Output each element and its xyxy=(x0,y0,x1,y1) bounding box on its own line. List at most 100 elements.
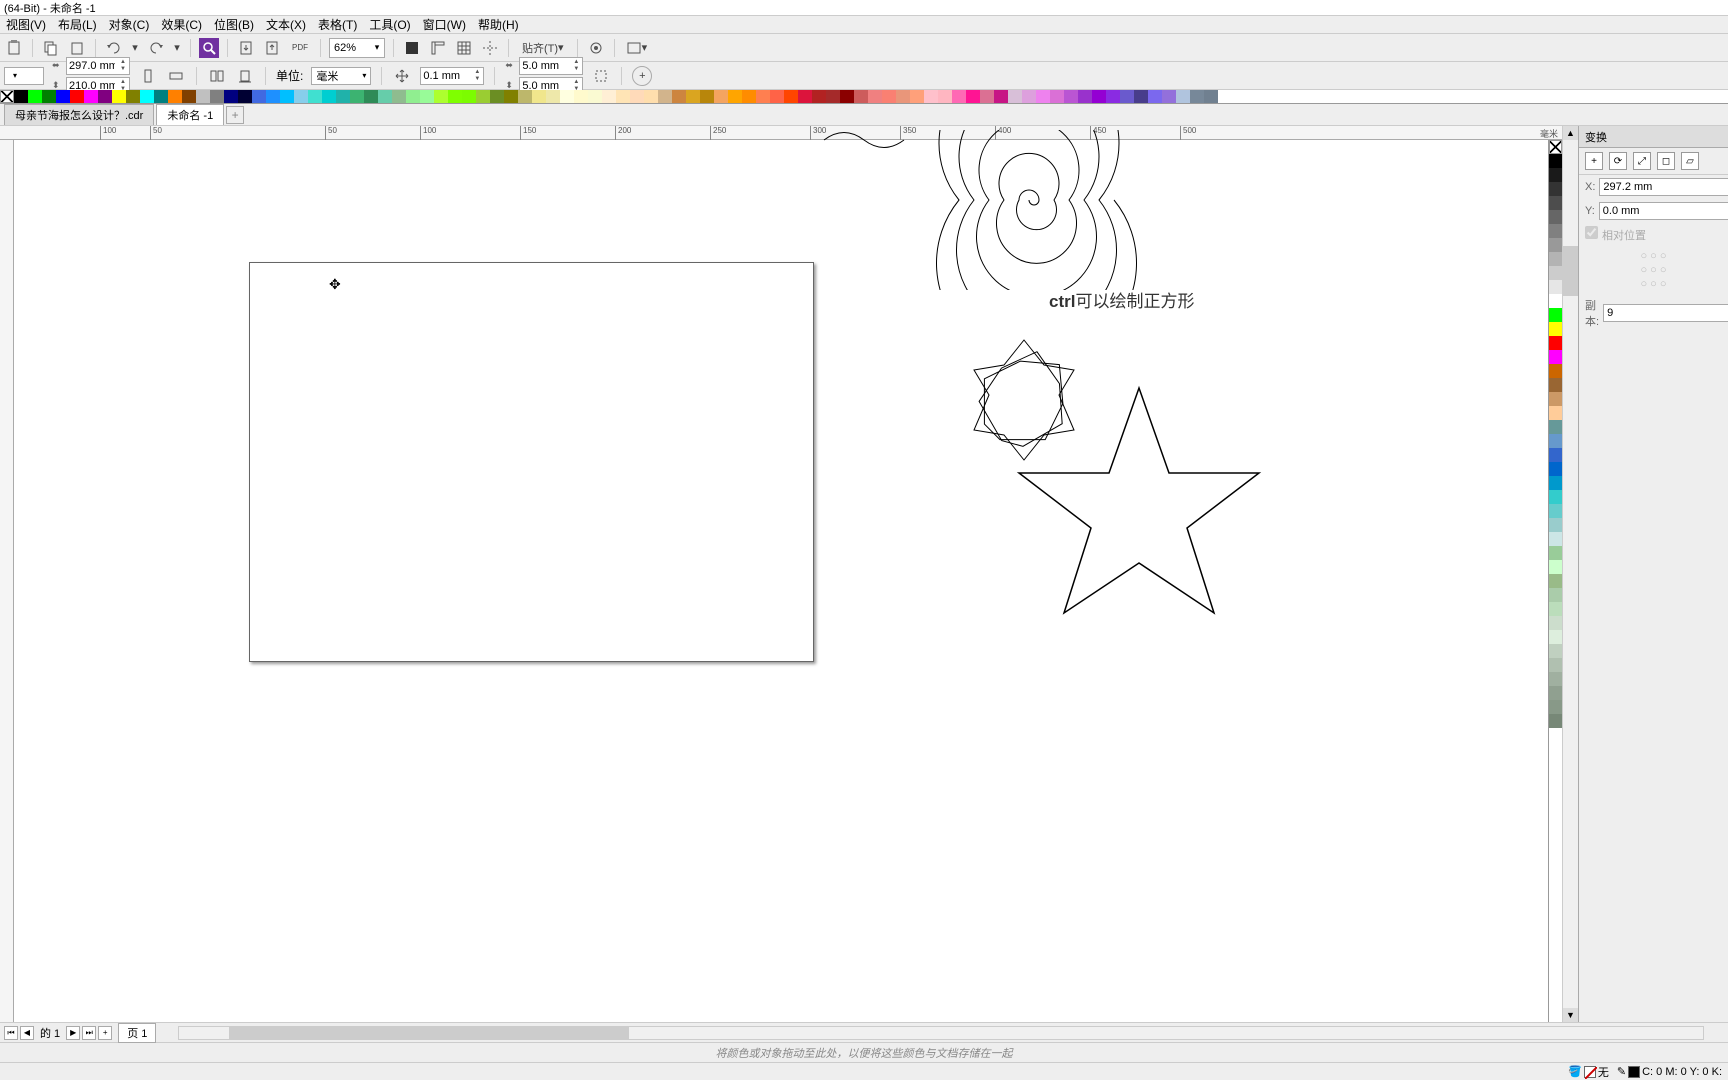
add-button[interactable]: + xyxy=(632,66,652,86)
color-swatch[interactable] xyxy=(1549,336,1562,350)
first-page-button[interactable]: ⏮ xyxy=(4,1026,18,1040)
doc-tab-1[interactable]: 母亲节海报怎么设计？.cdr xyxy=(4,104,154,125)
no-color-swatch[interactable] xyxy=(0,90,14,103)
color-swatch[interactable] xyxy=(14,90,28,103)
color-swatch[interactable] xyxy=(714,90,728,103)
color-swatch[interactable] xyxy=(1549,518,1562,532)
y-input[interactable] xyxy=(1599,202,1728,220)
clipboard-button[interactable] xyxy=(67,38,87,58)
color-swatch[interactable] xyxy=(966,90,980,103)
next-page-button[interactable]: ▶ xyxy=(66,1026,80,1040)
x-input[interactable] xyxy=(1599,178,1728,196)
color-swatch[interactable] xyxy=(1549,532,1562,546)
color-swatch[interactable] xyxy=(252,90,266,103)
rotate-icon[interactable]: ⟳ xyxy=(1609,152,1627,170)
redo-dropdown[interactable]: ▾ xyxy=(172,38,182,58)
color-swatch[interactable] xyxy=(462,90,476,103)
color-swatch[interactable] xyxy=(1549,308,1562,322)
color-swatch[interactable] xyxy=(42,90,56,103)
color-swatch[interactable] xyxy=(1549,182,1562,196)
color-swatch[interactable] xyxy=(1176,90,1190,103)
color-swatch[interactable] xyxy=(126,90,140,103)
color-swatch[interactable] xyxy=(1022,90,1036,103)
color-swatch[interactable] xyxy=(1549,154,1562,168)
docker-tab-transform[interactable]: 变换 xyxy=(1579,126,1728,148)
nudge-input[interactable]: ▲▼ xyxy=(420,67,484,85)
color-swatch[interactable] xyxy=(1549,280,1562,294)
pdf-button[interactable]: PDF xyxy=(288,38,312,58)
color-swatch[interactable] xyxy=(1549,196,1562,210)
color-swatch[interactable] xyxy=(1549,266,1562,280)
landscape-button[interactable] xyxy=(166,66,186,86)
page-width-input[interactable]: ▲▼ xyxy=(66,57,130,75)
skew-icon[interactable]: ▱ xyxy=(1681,152,1699,170)
color-swatch[interactable] xyxy=(392,90,406,103)
color-swatch[interactable] xyxy=(70,90,84,103)
menu-object[interactable]: 对象(C) xyxy=(109,16,150,33)
color-swatch[interactable] xyxy=(1106,90,1120,103)
color-swatch[interactable] xyxy=(1549,210,1562,224)
color-swatch[interactable] xyxy=(434,90,448,103)
color-swatch[interactable] xyxy=(168,90,182,103)
color-swatch[interactable] xyxy=(924,90,938,103)
color-swatch[interactable] xyxy=(952,90,966,103)
fullscreen-button[interactable] xyxy=(402,38,422,58)
color-swatch[interactable] xyxy=(1190,90,1204,103)
color-palette-vertical[interactable] xyxy=(1548,140,1562,1022)
color-swatch[interactable] xyxy=(994,90,1008,103)
color-swatch[interactable] xyxy=(1148,90,1162,103)
color-swatch[interactable] xyxy=(1549,448,1562,462)
color-swatch[interactable] xyxy=(1549,392,1562,406)
color-swatch[interactable] xyxy=(1078,90,1092,103)
color-swatch[interactable] xyxy=(1549,168,1562,182)
color-swatch[interactable] xyxy=(280,90,294,103)
color-swatch[interactable] xyxy=(56,90,70,103)
menu-tools[interactable]: 工具(O) xyxy=(369,16,410,33)
color-swatch[interactable] xyxy=(854,90,868,103)
search-button[interactable] xyxy=(199,38,219,58)
color-swatch[interactable] xyxy=(868,90,882,103)
color-swatch[interactable] xyxy=(644,90,658,103)
color-swatch[interactable] xyxy=(420,90,434,103)
color-swatch[interactable] xyxy=(98,90,112,103)
color-swatch[interactable] xyxy=(1134,90,1148,103)
paper-size-select[interactable]: ▾ xyxy=(4,67,44,85)
color-swatch[interactable] xyxy=(1064,90,1078,103)
color-swatch[interactable] xyxy=(1162,90,1176,103)
color-swatch[interactable] xyxy=(238,90,252,103)
color-swatch[interactable] xyxy=(1036,90,1050,103)
color-swatch[interactable] xyxy=(700,90,714,103)
import-button[interactable] xyxy=(236,38,256,58)
color-swatch[interactable] xyxy=(1092,90,1106,103)
anchor-grid[interactable]: ○ ○ ○○ ○ ○○ ○ ○ xyxy=(1579,246,1728,294)
star-shape[interactable] xyxy=(1009,383,1269,633)
color-swatch[interactable] xyxy=(322,90,336,103)
color-swatch[interactable] xyxy=(1549,476,1562,490)
vertical-scrollbar[interactable]: ▲ ▼ xyxy=(1562,126,1578,1022)
color-swatch[interactable] xyxy=(602,90,616,103)
menu-layout[interactable]: 布局(L) xyxy=(58,16,97,33)
color-swatch[interactable] xyxy=(1120,90,1134,103)
color-swatch[interactable] xyxy=(826,90,840,103)
vertical-ruler[interactable] xyxy=(0,140,14,1022)
color-swatch[interactable] xyxy=(1549,686,1562,700)
color-swatch[interactable] xyxy=(378,90,392,103)
color-swatch[interactable] xyxy=(1549,672,1562,686)
color-swatch[interactable] xyxy=(1549,252,1562,266)
color-swatch[interactable] xyxy=(784,90,798,103)
color-swatch[interactable] xyxy=(112,90,126,103)
color-swatch[interactable] xyxy=(1549,462,1562,476)
size-icon[interactable]: ◻ xyxy=(1657,152,1675,170)
color-swatch[interactable] xyxy=(364,90,378,103)
color-swatch[interactable] xyxy=(406,90,420,103)
menu-text[interactable]: 文本(X) xyxy=(266,16,306,33)
color-swatch[interactable] xyxy=(798,90,812,103)
color-swatch[interactable] xyxy=(1549,420,1562,434)
color-swatch[interactable] xyxy=(574,90,588,103)
all-pages-button[interactable] xyxy=(207,66,227,86)
paste-button[interactable] xyxy=(4,38,24,58)
color-swatch[interactable] xyxy=(1549,546,1562,560)
color-swatch[interactable] xyxy=(812,90,826,103)
color-swatch[interactable] xyxy=(140,90,154,103)
copies-input[interactable] xyxy=(1603,304,1728,322)
